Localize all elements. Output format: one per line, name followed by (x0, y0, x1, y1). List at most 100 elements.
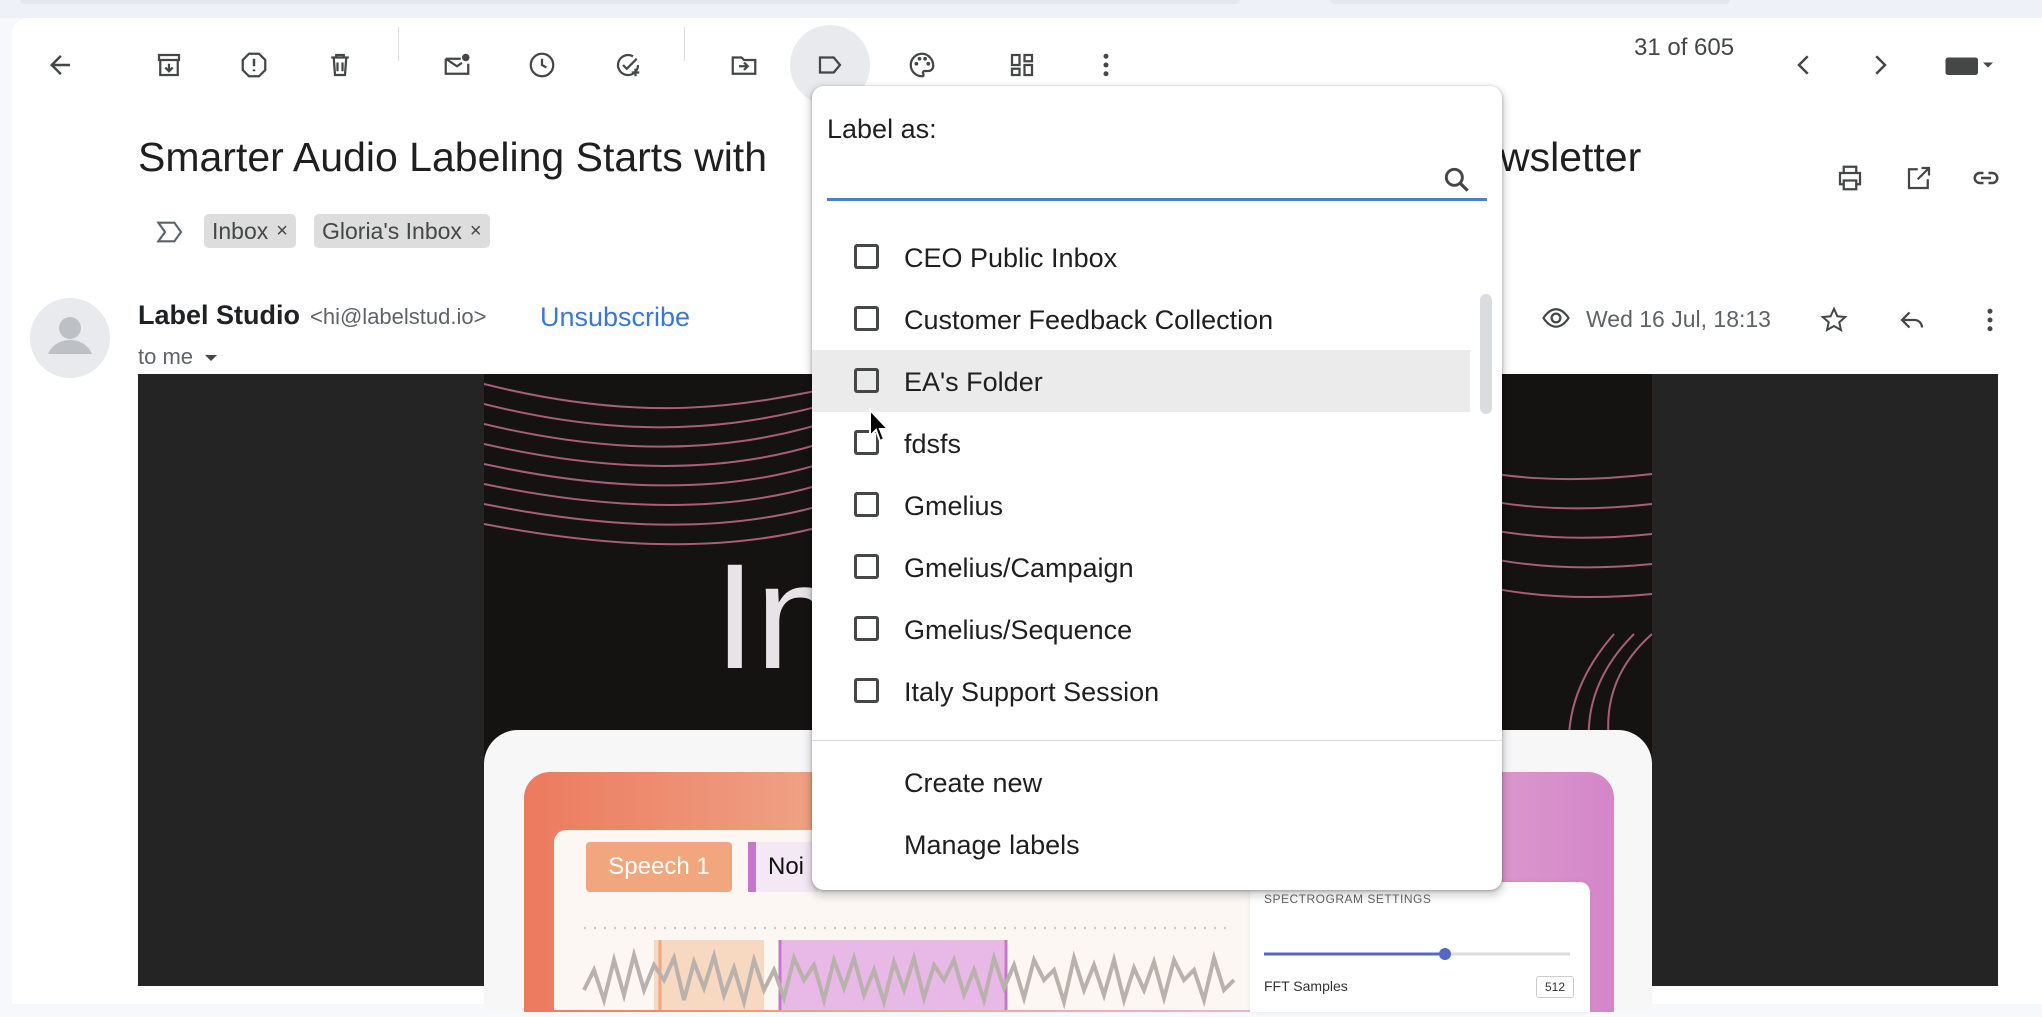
star-icon (1820, 306, 1848, 332)
open-new-window-button[interactable] (1895, 154, 1943, 202)
sender-name: Label Studio (138, 300, 300, 330)
print-icon (1838, 165, 1862, 191)
clock-icon (529, 52, 555, 78)
open-in-new-icon (1907, 166, 1931, 190)
label-checkbox[interactable] (854, 306, 879, 331)
label-search-field (827, 156, 1487, 201)
noise-label-chip: Noi (748, 842, 818, 892)
label-option-gmelius-campaign[interactable]: Gmelius/Campaign (812, 536, 1470, 598)
label-option-text: fdsfs (904, 429, 962, 459)
label-chip-text: Inbox (212, 217, 269, 244)
extension-button[interactable] (898, 41, 946, 89)
importance-marker-icon[interactable] (152, 216, 186, 248)
label-as-menu: Label as: CEO Public Inbox Customer Feed… (812, 86, 1502, 890)
tracking-eye-button[interactable] (1532, 294, 1580, 342)
older-button[interactable] (1856, 41, 1904, 89)
label-option-eas-folder[interactable]: EA's Folder (812, 350, 1470, 412)
chevron-right-icon (1875, 55, 1887, 75)
add-task-button[interactable] (604, 41, 652, 89)
label-search-input[interactable] (827, 156, 1431, 198)
sender-avatar[interactable] (30, 298, 110, 378)
arrow-left-icon (50, 55, 70, 75)
more-options-button[interactable] (1082, 41, 1130, 89)
eye-icon (1542, 308, 1570, 328)
recipient-text: to me (138, 344, 194, 369)
move-to-button[interactable] (720, 41, 768, 89)
label-checkbox[interactable] (854, 368, 879, 393)
label-checkbox[interactable] (854, 492, 879, 517)
recipient-details[interactable]: to me (138, 344, 223, 370)
message-more-button[interactable] (1966, 296, 2014, 344)
move-to-icon (731, 56, 757, 75)
delete-button[interactable] (316, 41, 364, 89)
reply-button[interactable] (1888, 296, 1936, 344)
label-checkbox[interactable] (854, 678, 879, 703)
fft-samples-label: FFT Samples (1264, 978, 1348, 994)
label-option-text: Gmelius (904, 491, 1004, 521)
caret-down-icon (205, 355, 218, 362)
label-checkbox[interactable] (854, 554, 879, 579)
chevron-left-icon (1797, 55, 1809, 75)
newer-button[interactable] (1780, 41, 1828, 89)
mark-unread-button[interactable] (433, 41, 481, 89)
top-control-edge (1330, 0, 1730, 4)
print-button[interactable] (1826, 154, 1874, 202)
pager-count: 31 of 605 (1634, 34, 1735, 61)
copy-link-button[interactable] (1962, 154, 2010, 202)
mouse-pointer-icon (869, 408, 890, 443)
trash-icon (331, 53, 349, 77)
remove-label-button[interactable]: × (470, 220, 482, 243)
label-list-scrollbar[interactable] (1480, 294, 1492, 414)
label-option-ceo-public-inbox[interactable]: CEO Public Inbox (812, 226, 1470, 288)
report-spam-icon (241, 52, 267, 78)
label-option-text: Customer Feedback Collection (904, 305, 1274, 335)
manage-labels-button[interactable]: Manage labels (904, 830, 1080, 861)
label-chip-text: Gloria's Inbox (322, 217, 462, 244)
back-button[interactable] (36, 41, 84, 89)
label-checkbox[interactable] (854, 616, 879, 641)
star-button[interactable] (1810, 296, 1858, 344)
label-chip-inbox: Inbox × (204, 214, 296, 248)
remove-label-button[interactable]: × (276, 220, 288, 243)
search-bar-edge (20, 0, 1240, 4)
label-option-gmelius[interactable]: Gmelius (812, 474, 1470, 536)
label-menu-title: Label as: (827, 114, 937, 144)
reply-icon (1900, 311, 1924, 329)
toolbar-divider (684, 27, 685, 61)
label-option-text: Italy Support Session (904, 677, 1160, 707)
label-option-customer-feedback-collection[interactable]: Customer Feedback Collection (812, 288, 1470, 350)
more-vert-icon (1103, 53, 1109, 77)
label-option-gmelius-sequence[interactable]: Gmelius/Sequence (812, 598, 1470, 660)
toolbar-divider (398, 27, 399, 61)
email-date: Wed 16 Jul, 18:13 (1586, 306, 1771, 332)
label-option-text: EA's Folder (904, 367, 1043, 397)
snooze-button[interactable] (518, 41, 566, 89)
label-checkbox[interactable] (854, 244, 879, 269)
speech-label-chip: Speech 1 (586, 842, 732, 892)
report-spam-button[interactable] (230, 41, 278, 89)
link-icon (1973, 171, 1999, 185)
unsubscribe-link[interactable]: Unsubscribe (540, 302, 690, 333)
search-icon[interactable] (1441, 164, 1473, 196)
label-chip-glorias-inbox: Gloria's Inbox × (314, 214, 490, 248)
label-option-text: Gmelius/Sequence (904, 615, 1133, 645)
list-clip-mask (812, 710, 1502, 740)
label-option-fdsfs[interactable]: fdsfs (812, 412, 1470, 474)
apps-button[interactable] (998, 41, 1046, 89)
menu-divider (812, 740, 1502, 741)
email-subject: Smarter Audio Labeling Starts with (138, 134, 767, 180)
label-icon (818, 56, 842, 74)
create-new-label-button[interactable]: Create new (904, 768, 1042, 799)
email-subject-end: wsletter (1500, 134, 1642, 180)
archive-button[interactable] (145, 41, 193, 89)
spectrogram-settings-title: SPECTROGRAM SETTINGS (1264, 892, 1432, 906)
label-option-text: CEO Public Inbox (904, 243, 1118, 273)
apps-icon (1010, 53, 1034, 77)
person-icon (48, 317, 92, 354)
label-option-text: Gmelius/Campaign (904, 553, 1134, 583)
more-vert-icon (1987, 308, 1993, 332)
keyboard-icon (1945, 57, 1993, 75)
archive-icon (157, 53, 181, 77)
input-tools-button[interactable] (1928, 41, 2008, 89)
fft-samples-value: 512 (1536, 976, 1574, 998)
